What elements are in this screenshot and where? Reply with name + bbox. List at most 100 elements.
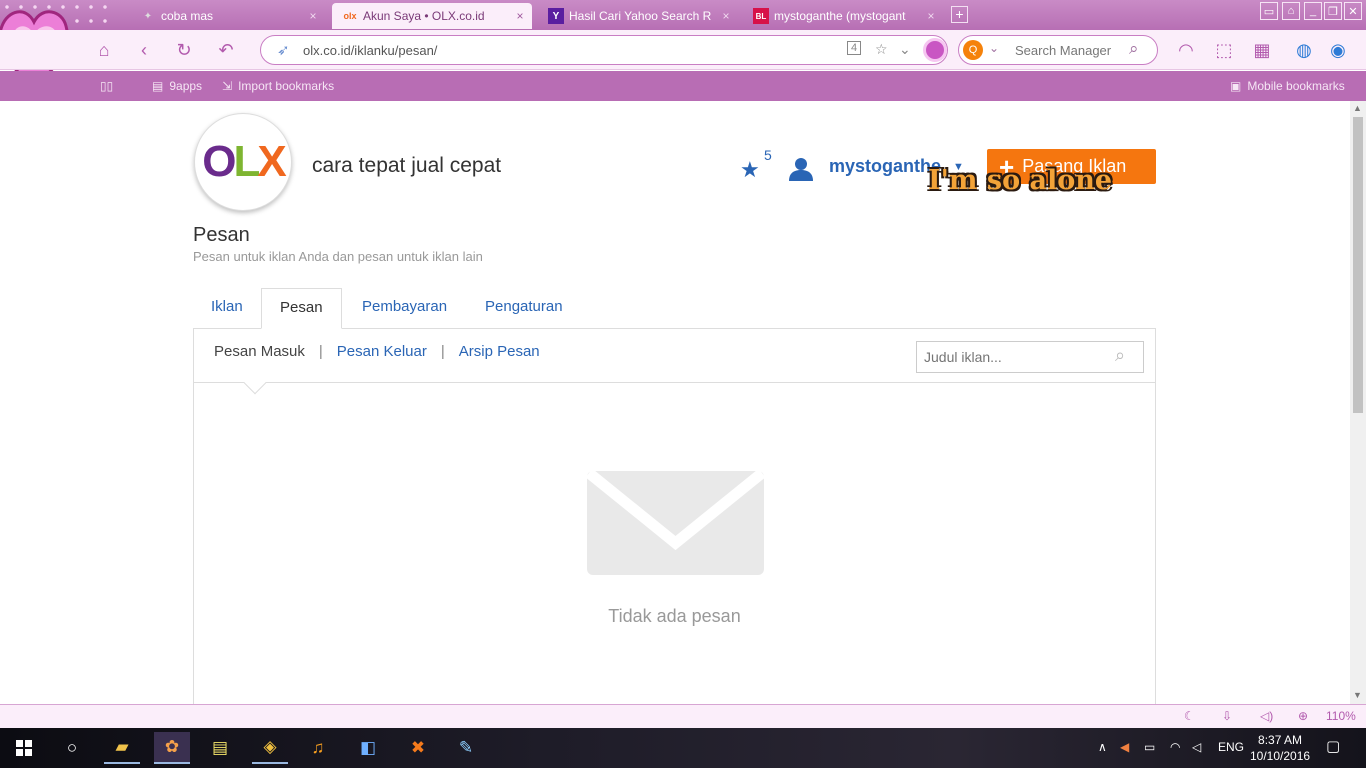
network-icon[interactable]: ◠ bbox=[1170, 740, 1180, 754]
music-icon[interactable]: ♫ bbox=[300, 732, 336, 764]
bookmark-import[interactable]: ⇲ Import bookmarks bbox=[222, 79, 334, 93]
page-scrollbar[interactable]: ▲ ▼ bbox=[1350, 101, 1366, 704]
butterfly-icon: ✦ bbox=[143, 10, 153, 22]
user-icon[interactable] bbox=[788, 156, 814, 182]
windows-start-icon[interactable] bbox=[6, 732, 42, 764]
close-icon[interactable]: × bbox=[305, 9, 321, 23]
sync-icon[interactable]: ◍ bbox=[1292, 38, 1316, 62]
olx-logo[interactable]: OLX bbox=[194, 113, 292, 211]
apps-icon[interactable]: ▦ bbox=[1250, 38, 1274, 62]
favorites-count[interactable]: 5 bbox=[764, 147, 772, 163]
search-icon[interactable]: ⌕ bbox=[1129, 39, 1139, 59]
tagline: cara tepat jual cepat bbox=[312, 154, 502, 177]
download-icon[interactable]: ⇩ bbox=[1222, 709, 1232, 723]
skin-icon[interactable]: ▭ bbox=[1260, 2, 1278, 20]
empty-message: Tidak ada pesan bbox=[608, 606, 741, 626]
bookmark-bar: ▯▯ ▤ 9apps ⇲ Import bookmarks ▣ Mobile b… bbox=[0, 71, 1366, 101]
overlay-caption: I'm so alone bbox=[928, 165, 1113, 196]
chevron-down-icon[interactable]: ⌄ bbox=[899, 41, 911, 58]
ad-title-filter[interactable]: ⌕ bbox=[916, 341, 1144, 373]
tray-chevron-icon[interactable]: ∧ bbox=[1098, 740, 1107, 754]
phone-app-icon[interactable]: ◧ bbox=[350, 732, 386, 764]
subnav-separator: | bbox=[318, 343, 323, 360]
maximize-icon[interactable]: ❐ bbox=[1324, 2, 1342, 20]
tab-pengaturan[interactable]: Pengaturan bbox=[467, 288, 581, 329]
favorites-star-icon[interactable]: ★ bbox=[740, 157, 760, 183]
import-icon: ⇲ bbox=[222, 79, 233, 93]
loading-icon bbox=[923, 38, 947, 62]
url-text[interactable]: olx.co.id/iklanku/pesan/ bbox=[303, 43, 437, 58]
tab-iklan[interactable]: Iklan bbox=[193, 288, 261, 329]
close-icon[interactable]: × bbox=[718, 9, 734, 23]
screenshot-icon[interactable]: ⬚ bbox=[1212, 38, 1236, 62]
close-window-icon[interactable]: ✕ bbox=[1344, 2, 1362, 20]
wifi-icon[interactable]: ◠ bbox=[1174, 38, 1198, 62]
close-icon[interactable]: × bbox=[512, 9, 528, 23]
back-icon[interactable]: ‹ bbox=[132, 38, 156, 62]
book-icon[interactable]: ▯▯ bbox=[100, 79, 113, 93]
search-input[interactable]: Search Manager bbox=[1015, 43, 1111, 58]
subnav-archive[interactable]: Arsip Pesan bbox=[459, 343, 540, 360]
tab-count-icon[interactable]: 4 bbox=[847, 41, 862, 55]
battery-icon[interactable]: ▭ bbox=[1144, 740, 1155, 754]
undo-icon[interactable]: ↶ bbox=[214, 38, 238, 62]
messages-panel: Pesan Masuk | Pesan Keluar | Arsip Pesan… bbox=[193, 328, 1156, 704]
uc-browser-icon[interactable]: ✿ bbox=[154, 732, 190, 764]
divider bbox=[194, 382, 1155, 383]
mobile-icon: ▣ bbox=[1230, 79, 1242, 93]
cortana-icon[interactable]: ○ bbox=[54, 732, 90, 764]
windows-taskbar: ○ ▰ ✿ ▤ ◈ ♫ ◧ ✖ ✎ ∧ ◀ ▭ ◠ ◁ ENG 8:37 AM … bbox=[0, 728, 1366, 768]
volume-icon[interactable]: ◁) bbox=[1260, 709, 1273, 723]
notification-icon[interactable]: ▢ bbox=[1326, 737, 1340, 755]
night-mode-icon[interactable]: ☾ bbox=[1184, 709, 1195, 723]
bookmark-9apps[interactable]: ▤ 9apps bbox=[152, 79, 202, 93]
star-icon[interactable]: ☆ bbox=[875, 41, 888, 58]
bookmark-mobile[interactable]: ▣ Mobile bookmarks bbox=[1230, 79, 1345, 93]
envelope-icon bbox=[587, 471, 764, 575]
zoom-icon[interactable]: ⊕ bbox=[1298, 709, 1308, 723]
file-explorer-icon[interactable]: ▰ bbox=[104, 732, 140, 764]
shirt-icon[interactable]: ⌂ bbox=[1282, 2, 1300, 20]
search-engine-icon[interactable]: Q bbox=[963, 40, 983, 60]
scroll-up-icon[interactable]: ▲ bbox=[1353, 103, 1362, 113]
tab-pesan[interactable]: Pesan bbox=[261, 288, 342, 329]
browser-tab-bar: ✦ coba mas × olx Akun Saya • OLX.co.id ×… bbox=[0, 0, 1366, 90]
sticky-notes-icon[interactable]: ▤ bbox=[202, 732, 238, 764]
bl-favicon-icon: BL bbox=[753, 8, 769, 24]
tray-app-icon[interactable]: ◀ bbox=[1120, 740, 1129, 754]
chevron-down-icon[interactable]: ⌄ bbox=[989, 41, 999, 55]
ad-title-input[interactable] bbox=[917, 342, 1107, 372]
scrollbar-thumb[interactable] bbox=[1353, 117, 1363, 413]
language-indicator[interactable]: ENG bbox=[1218, 740, 1244, 754]
reload-icon[interactable]: ↻ bbox=[172, 38, 196, 62]
tab-akun-saya[interactable]: olx Akun Saya • OLX.co.id × bbox=[332, 3, 532, 29]
subnav-inbox[interactable]: Pesan Masuk bbox=[214, 343, 305, 360]
clock-date: 10/10/2016 bbox=[1250, 749, 1311, 763]
address-toolbar: ⌂ ‹ ↻ ↶ ➶ olx.co.id/iklanku/pesan/ 4 ☆ ⌄… bbox=[0, 30, 1366, 70]
username-menu[interactable]: mystoganthe bbox=[829, 156, 941, 177]
search-icon[interactable]: ⌕ bbox=[1115, 345, 1125, 366]
paint-icon[interactable]: ✎ bbox=[448, 732, 484, 764]
zoom-level[interactable]: 110% bbox=[1326, 709, 1356, 723]
yahoo-favicon-icon: Y bbox=[548, 8, 564, 24]
home-icon[interactable]: ⌂ bbox=[92, 38, 116, 62]
system-clock[interactable]: 8:37 AM 10/10/2016 bbox=[1250, 732, 1310, 764]
olx-favicon-icon: olx bbox=[343, 11, 357, 21]
speaker-icon[interactable]: ◁ bbox=[1192, 740, 1201, 754]
search-box[interactable]: Q ⌄ Search Manager ⌕ bbox=[958, 35, 1158, 65]
tab-coba-mas[interactable]: ✦ coba mas × bbox=[130, 3, 325, 29]
tab-yahoo-search[interactable]: Y Hasil Cari Yahoo Search R × bbox=[538, 3, 738, 29]
address-bar[interactable]: ➶ olx.co.id/iklanku/pesan/ 4 ☆ ⌄ bbox=[260, 35, 948, 65]
new-tab-button[interactable]: + bbox=[951, 6, 968, 23]
minimize-icon[interactable]: _ bbox=[1304, 2, 1322, 20]
app-icon[interactable]: ◈ bbox=[252, 732, 288, 764]
tab-mystoganthe[interactable]: BL mystoganthe (mystogant × bbox=[743, 3, 943, 29]
profile-icon[interactable]: ◉ bbox=[1326, 38, 1350, 62]
subnav-separator: | bbox=[440, 343, 445, 360]
browser-status-bar: ☾ ⇩ ◁) ⊕ 110% bbox=[0, 704, 1366, 728]
close-icon[interactable]: × bbox=[923, 9, 939, 23]
subnav-outbox[interactable]: Pesan Keluar bbox=[337, 343, 427, 360]
tab-pembayaran[interactable]: Pembayaran bbox=[344, 288, 465, 329]
scroll-down-icon[interactable]: ▼ bbox=[1353, 690, 1362, 700]
xampp-icon[interactable]: ✖ bbox=[400, 732, 436, 764]
